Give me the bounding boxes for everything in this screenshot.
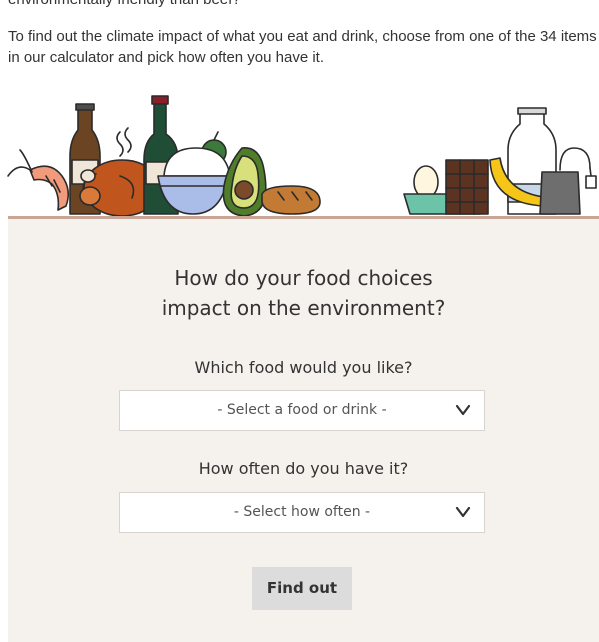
- chevron-down-icon: [455, 404, 471, 416]
- calculator-title-line-1: How do your food choices: [174, 266, 433, 290]
- bread-icon: [261, 185, 321, 215]
- food-select-value: - Select a food or drink -: [217, 402, 387, 418]
- frequency-select[interactable]: - Select how often -: [119, 492, 485, 533]
- food-illustration: [7, 95, 597, 217]
- shrimp-icon: [7, 149, 70, 211]
- article-cut-text: environmentally friendly than beef?: [8, 0, 241, 8]
- avocado-icon: [222, 147, 267, 217]
- frequency-question-label: How often do you have it?: [198, 459, 409, 478]
- calculator-title: How do your food choices impact on the e…: [8, 263, 599, 323]
- food-question-label: Which food would you like?: [194, 358, 413, 377]
- chevron-down-icon: [455, 506, 471, 518]
- food-select[interactable]: - Select a food or drink -: [119, 390, 485, 431]
- find-out-button[interactable]: Find out: [252, 567, 352, 610]
- intro-paragraph: To find out the climate impact of what y…: [8, 28, 597, 66]
- chocolate-icon: [445, 159, 489, 215]
- calculator-title-line-2: impact on the environment?: [161, 296, 446, 320]
- frequency-select-value: - Select how often -: [233, 504, 371, 520]
- calculator-panel: How do your food choices impact on the e…: [8, 216, 599, 642]
